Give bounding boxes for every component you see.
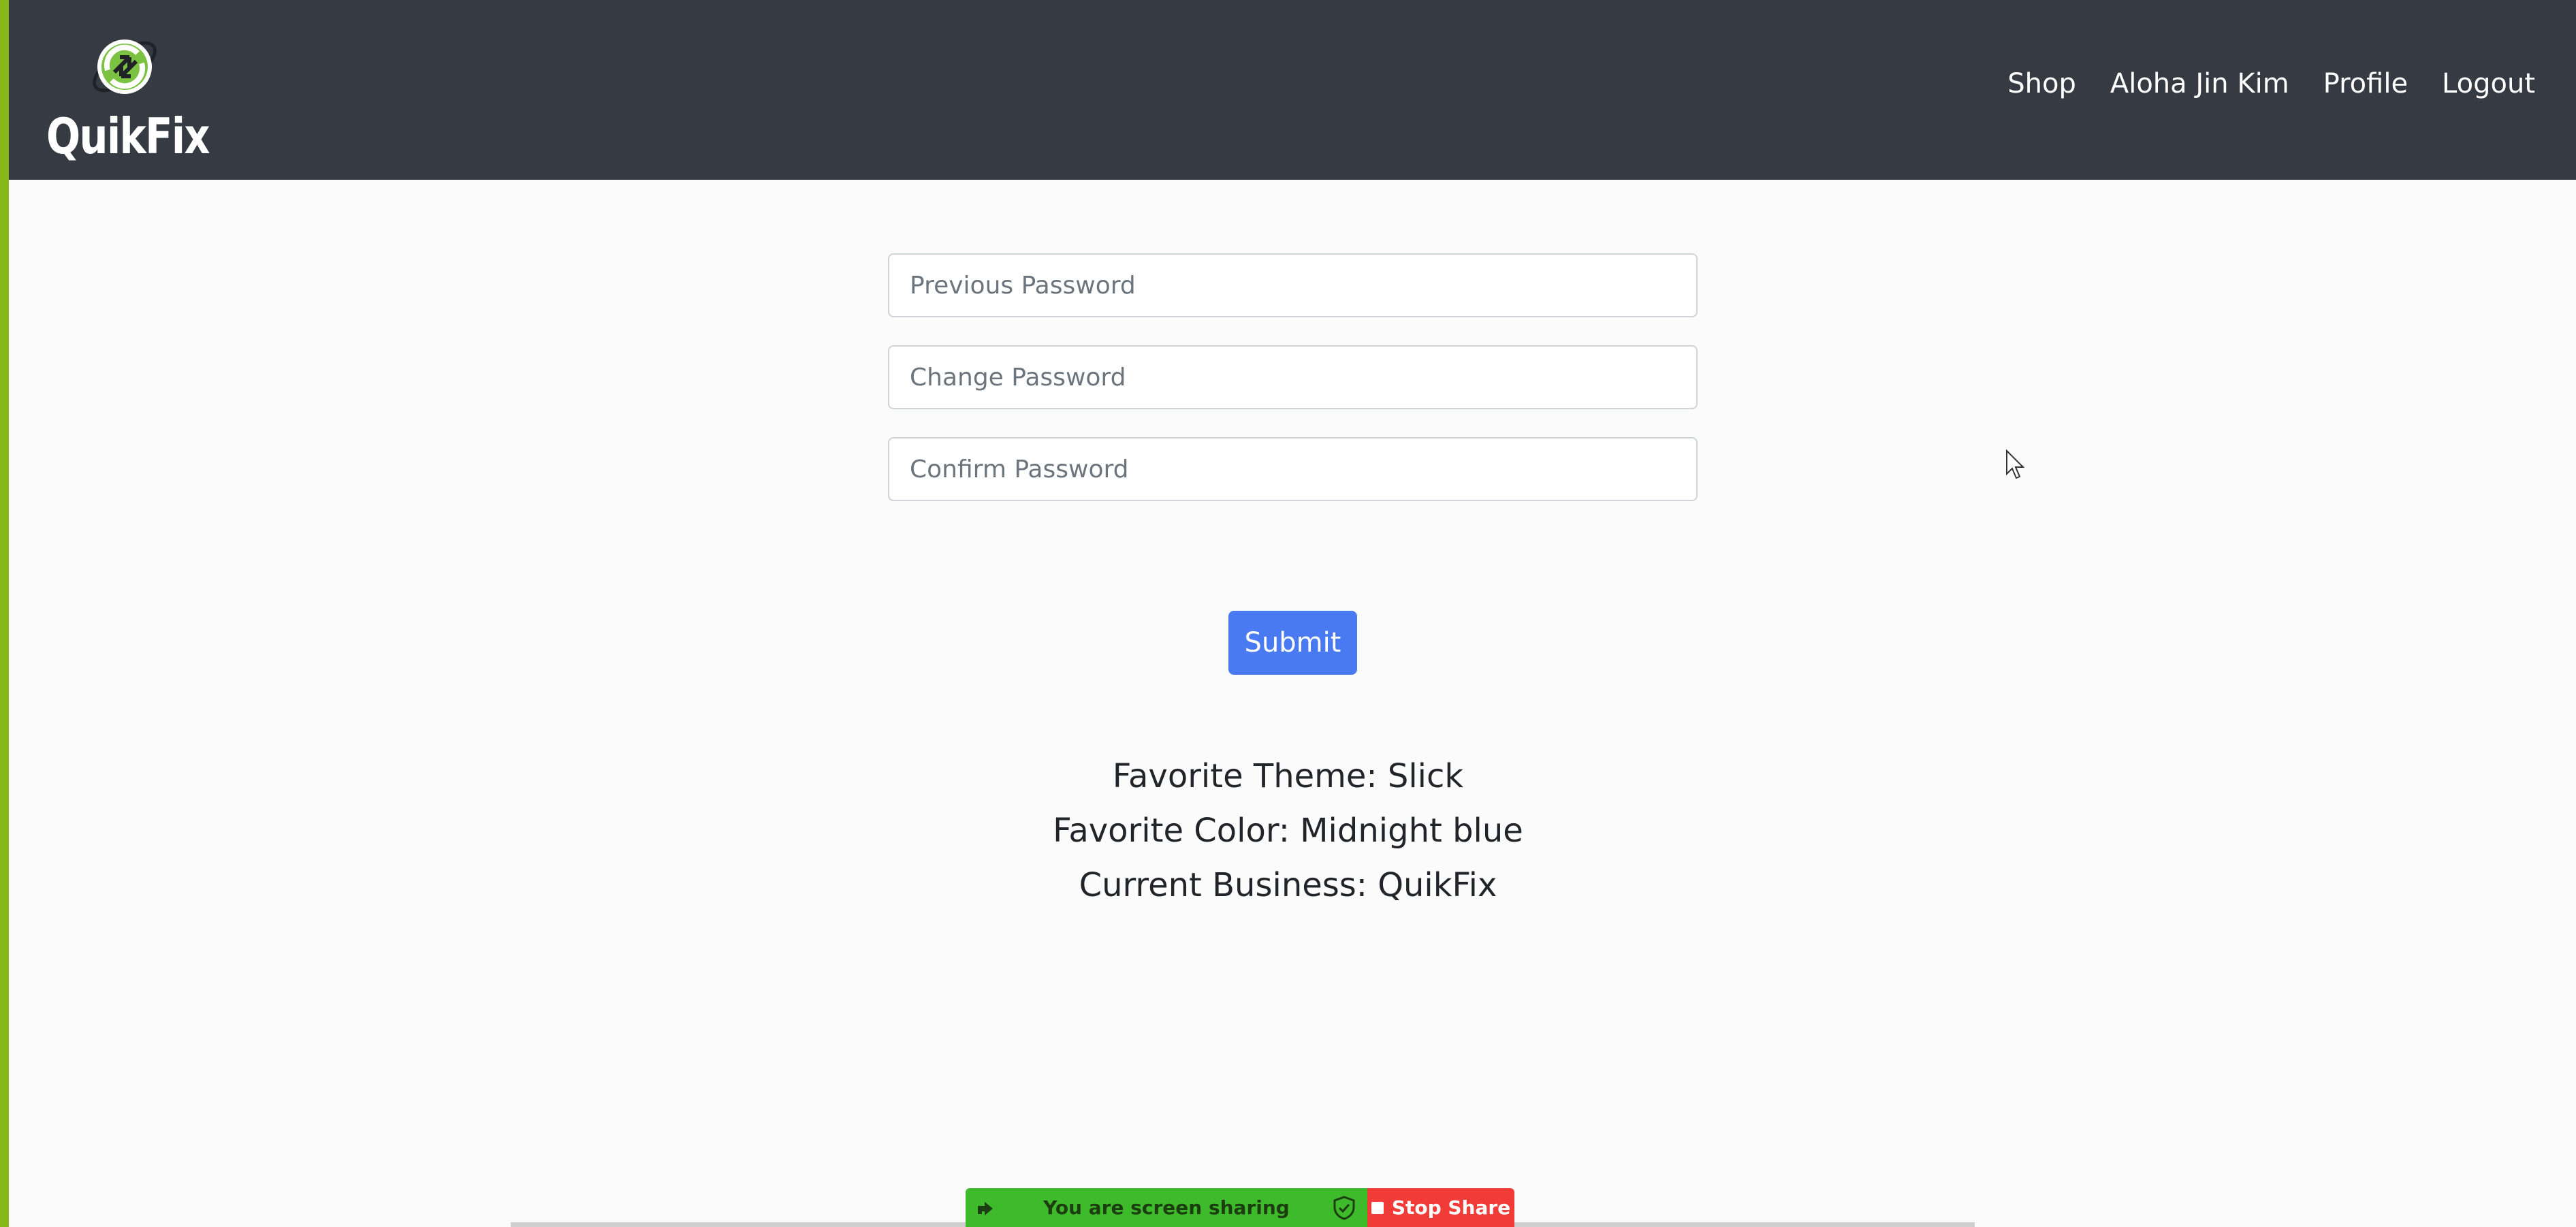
nav-link-shop[interactable]: Shop — [2007, 68, 2076, 99]
brand-name: QuikFix — [46, 108, 210, 165]
change-password-input[interactable] — [888, 345, 1698, 409]
stop-share-button[interactable]: Stop Share — [1367, 1188, 1514, 1227]
profile-info: Favorite Theme: Slick Favorite Color: Mi… — [0, 749, 2576, 912]
previous-password-input[interactable] — [888, 253, 1698, 317]
change-password-form — [888, 253, 1698, 529]
favorite-theme-text: Favorite Theme: Slick — [1112, 757, 1464, 795]
screen-share-bar: You are screen sharing Stop Share — [966, 1188, 1514, 1227]
brand-logo[interactable]: QuikFix — [46, 33, 210, 165]
refresh-logo-icon — [93, 39, 157, 94]
navbar: QuikFix Shop Aloha Jin Kim Profile Logou… — [9, 0, 2576, 180]
nav-links: Shop Aloha Jin Kim Profile Logout — [1973, 68, 2535, 99]
screen-share-status: You are screen sharing — [966, 1188, 1367, 1227]
screen-sharing-text: You are screen sharing — [1043, 1196, 1290, 1219]
stop-square-icon — [1371, 1201, 1384, 1214]
shield-icon — [1333, 1196, 1355, 1220]
nav-link-logout[interactable]: Logout — [2442, 68, 2535, 99]
mouse-cursor-icon — [2006, 449, 2025, 479]
left-accent-bar — [0, 0, 9, 1227]
favorite-color-text: Favorite Color: Midnight blue — [1053, 812, 1523, 850]
nav-link-profile[interactable]: Profile — [2323, 68, 2408, 99]
stop-share-label: Stop Share — [1391, 1196, 1511, 1219]
nav-link-user-name[interactable]: Aloha Jin Kim — [2110, 68, 2289, 99]
current-business-text: Current Business: QuikFix — [1079, 866, 1497, 904]
submit-button[interactable]: Submit — [1228, 611, 1357, 675]
confirm-password-input[interactable] — [888, 437, 1698, 501]
